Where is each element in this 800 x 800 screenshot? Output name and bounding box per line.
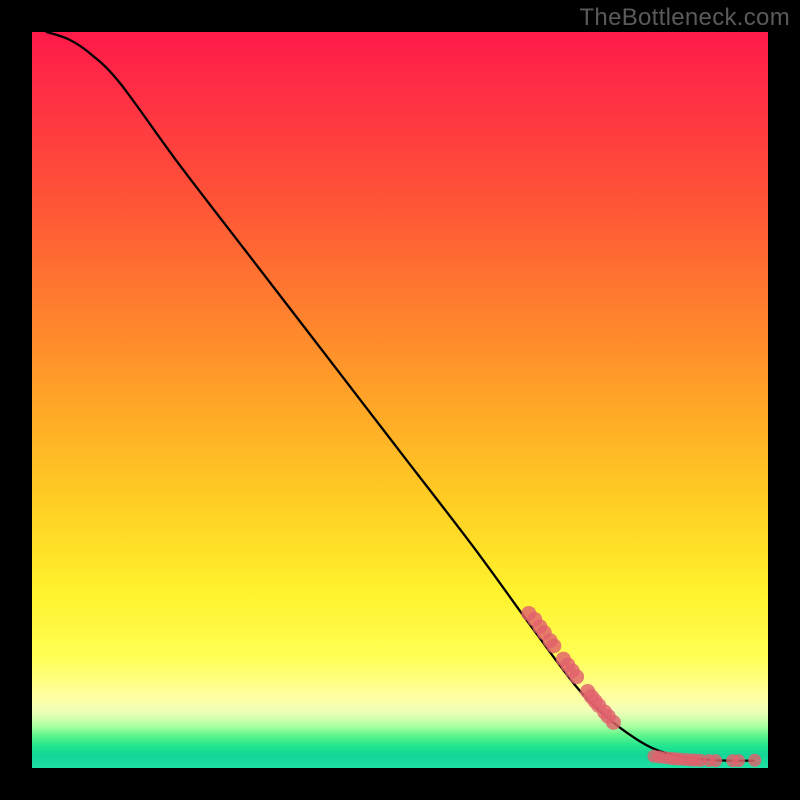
data-point xyxy=(569,669,584,684)
data-point xyxy=(732,754,745,767)
data-point xyxy=(606,715,621,730)
plot-area xyxy=(32,32,768,768)
data-point xyxy=(748,754,761,767)
scatter-bottom-cluster xyxy=(647,750,761,767)
chart-svg xyxy=(32,32,768,768)
data-point xyxy=(709,754,722,767)
watermark-text: TheBottleneck.com xyxy=(579,4,790,32)
scatter-upper-cluster xyxy=(521,606,621,730)
data-point xyxy=(546,638,561,653)
chart-frame: TheBottleneck.com xyxy=(0,0,800,800)
curve-line xyxy=(47,32,754,761)
